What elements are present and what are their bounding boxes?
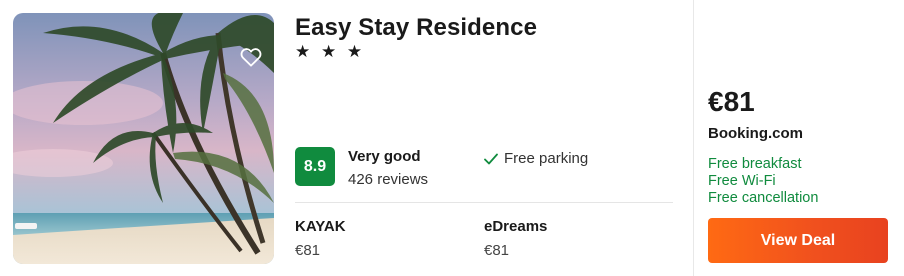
hotel-photo[interactable] bbox=[13, 13, 274, 264]
amenity-label: Free parking bbox=[504, 150, 589, 167]
provider-price-kayak[interactable]: €81 bbox=[295, 242, 320, 259]
hotel-name[interactable]: Easy Stay Residence bbox=[295, 14, 537, 42]
hotel-result-card[interactable]: Easy Stay Residence ★ ★ ★ 8.9 Very good … bbox=[0, 0, 904, 276]
star-rating: ★ ★ ★ bbox=[295, 42, 366, 61]
deal-perks-list: Free breakfast Free Wi-Fi Free cancellat… bbox=[708, 156, 818, 207]
amenity-free-parking: Free parking bbox=[484, 150, 588, 167]
view-deal-button[interactable]: View Deal bbox=[708, 218, 888, 263]
perk-free-breakfast: Free breakfast bbox=[708, 156, 802, 172]
provider-name-edreams[interactable]: eDreams bbox=[484, 218, 547, 235]
provider-price-edreams[interactable]: €81 bbox=[484, 242, 509, 259]
divider bbox=[295, 202, 673, 203]
review-count[interactable]: 426 reviews bbox=[348, 171, 428, 188]
perk-free-wifi: Free Wi-Fi bbox=[708, 173, 776, 189]
check-icon bbox=[484, 153, 498, 164]
column-divider bbox=[693, 0, 694, 276]
heart-outline-icon bbox=[240, 48, 262, 67]
deal-site-name: Booking.com bbox=[708, 125, 804, 142]
rating-label: Very good bbox=[348, 148, 421, 165]
deal-price: €81 bbox=[708, 86, 755, 117]
provider-name-kayak[interactable]: KAYAK bbox=[295, 218, 346, 235]
review-score-badge: 8.9 bbox=[295, 147, 335, 186]
perk-free-cancellation: Free cancellation bbox=[708, 190, 819, 206]
favorite-button[interactable] bbox=[231, 37, 271, 77]
